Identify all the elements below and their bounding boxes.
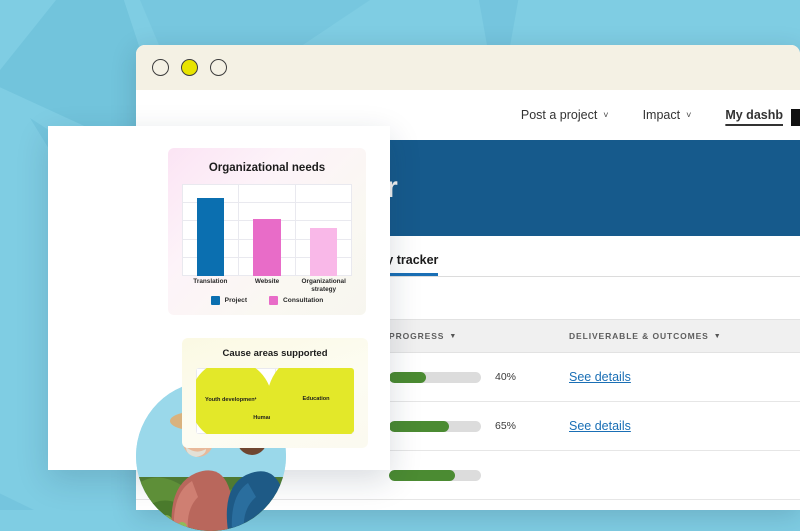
see-details-link[interactable]: See details [569,370,631,384]
progress-bar-track [389,371,481,383]
organizational-needs-chart-card: Organizational needs Translation Website… [168,148,366,315]
bar-organizational-strategy [310,228,338,276]
cause-areas-chart-card: Cause areas supported Youth development … [182,338,368,448]
bar-translation [196,197,224,276]
browser-chrome-bar [136,45,800,90]
nav-item-my-dashboard[interactable]: My dashb [708,108,800,122]
legend-label: Project [224,297,248,304]
column-header-progress[interactable]: PROGRESS ▼ [389,331,569,341]
row-progress: 40% [389,371,569,383]
column-header-deliverable[interactable]: DELIVERABLE & OUTCOMES ▼ [569,331,769,341]
bar-cell [295,184,352,276]
x-tick-label: Website [254,278,280,285]
mouse-cursor [791,109,800,126]
progress-bar-fill [389,469,456,481]
progress-percent-label: 40% [495,371,517,383]
bar-chart-legend: Project Consultation [168,296,366,305]
chevron-down-icon: ˅ [603,110,609,120]
row-deliverable: See details [569,419,769,433]
window-maximize-dot[interactable] [210,59,227,76]
bar-chart-title: Organizational needs [208,162,326,174]
bar-series-group [182,184,352,276]
bubble-education: Education [267,368,354,434]
legend-entry-consultation: Consultation [269,296,323,305]
nav-item-impact[interactable]: Impact ˅ [626,108,709,122]
nav-item-post-a-project[interactable]: Post a project ˅ [504,108,626,122]
bubble-chart-plot-area: Youth development Human Services Educati… [196,368,354,434]
progress-bar-track [389,420,481,432]
x-tick-label: Organizational strategy [301,278,346,293]
legend-label: Consultation [283,297,324,304]
see-details-link[interactable]: See details [569,419,631,433]
bubble-chart-title: Cause areas supported [222,348,328,359]
legend-swatch [269,296,279,305]
nav-label-impact: Impact [642,108,681,122]
progress-bar-track [389,469,481,481]
window-minimize-dot[interactable] [181,59,198,76]
progress-bar-fill [389,420,449,432]
progress-percent-label: 65% [495,420,517,432]
row-deliverable: See details [569,370,769,384]
legend-entry-project: Project [210,296,248,305]
chevron-down-icon: ˅ [686,110,692,120]
column-header-deliverable-label: DELIVERABLE & OUTCOMES [569,331,709,341]
progress-bar-fill [389,371,426,383]
overlay-visualization-card: Organizational needs Translation Website… [48,126,390,531]
legend-swatch [210,296,220,305]
bar-chart-x-labels: Translation Website Organizational strat… [182,278,352,294]
bar-cell [182,184,239,276]
nav-label-my-dashboard: My dashb [725,108,783,122]
window-close-dot[interactable] [152,59,169,76]
column-header-progress-label: PROGRESS [389,331,445,341]
x-tick-label: Translation [193,278,228,285]
sort-caret-icon: ▼ [713,332,722,340]
bar-cell [239,184,296,276]
sort-caret-icon: ▼ [449,332,458,340]
bar-chart-plot-area [182,184,352,276]
nav-label-post-a-project: Post a project [520,108,598,122]
row-progress: 65% [389,420,569,432]
row-progress [389,469,569,481]
bar-website [253,218,281,276]
